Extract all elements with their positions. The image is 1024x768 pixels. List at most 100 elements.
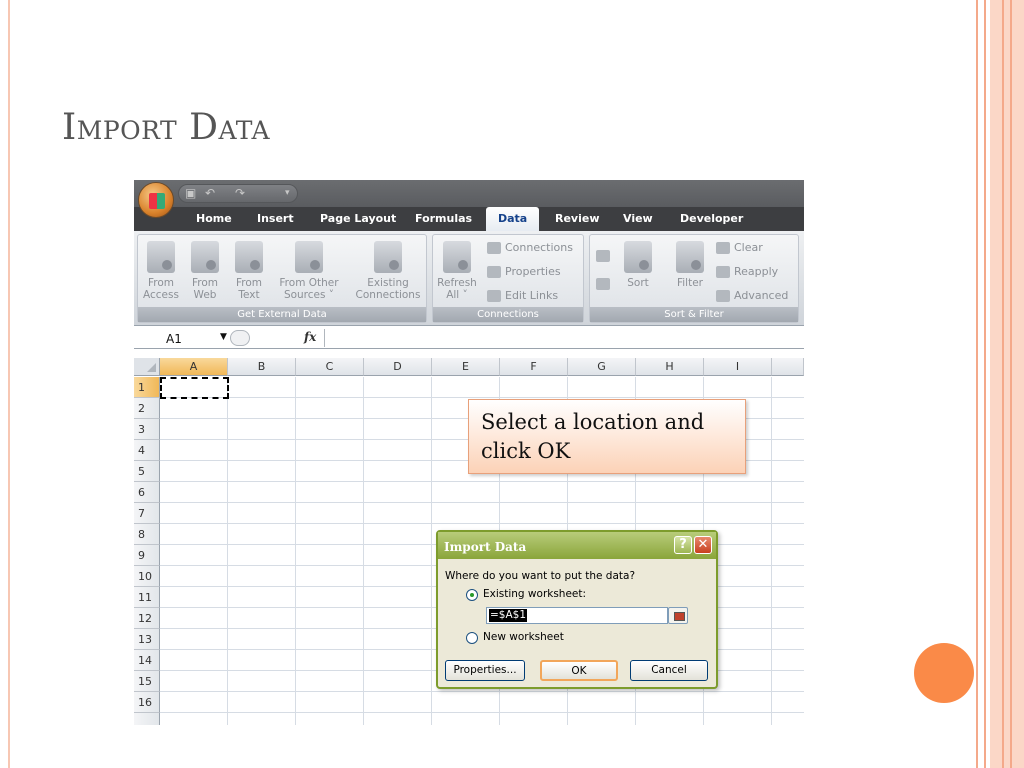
existing-worksheet-label[interactable]: Existing worksheet: xyxy=(483,588,586,600)
slide-title: Import Data xyxy=(62,107,271,148)
callout-line: click OK xyxy=(481,439,571,463)
column-header[interactable]: A xyxy=(160,358,228,376)
properties-button[interactable]: Properties... xyxy=(445,660,525,681)
location-input[interactable]: =$A$1 xyxy=(486,607,668,624)
column-header[interactable]: D xyxy=(364,358,432,376)
decorative-orange-circle xyxy=(914,643,974,703)
tab-data[interactable]: Data xyxy=(486,207,540,232)
tab-developer[interactable]: Developer xyxy=(680,212,743,225)
row-header[interactable]: 4 xyxy=(134,440,160,461)
column-header[interactable]: B xyxy=(228,358,296,376)
reapply-button[interactable]: Reapply xyxy=(716,265,778,278)
edit-links-button[interactable]: Edit Links xyxy=(487,289,558,302)
row-header[interactable]: 14 xyxy=(134,650,160,671)
access-icon xyxy=(147,241,175,273)
active-cell-a1[interactable] xyxy=(160,377,229,399)
row-header[interactable]: 5 xyxy=(134,461,160,482)
sort-descending-icon xyxy=(596,278,610,290)
sort-z-a-button[interactable] xyxy=(596,277,614,290)
tab-page-layout[interactable]: Page Layout xyxy=(320,212,396,225)
slide-right-band xyxy=(990,0,1024,768)
excel-titlebar: ▣ ↶ ↷ ▾ xyxy=(134,180,804,207)
properties-icon xyxy=(487,266,501,278)
close-button[interactable]: ✕ xyxy=(694,536,712,554)
connections-button[interactable]: Connections xyxy=(487,241,573,254)
column-header[interactable]: E xyxy=(432,358,500,376)
column-header[interactable]: I xyxy=(704,358,772,376)
quick-access-toolbar[interactable]: ▣ ↶ ↷ ▾ xyxy=(178,184,298,203)
reapply-filter-icon xyxy=(716,266,730,278)
formula-bar: A1 ▼ fx xyxy=(134,327,804,349)
ok-button[interactable]: OK xyxy=(540,660,618,681)
row-header[interactable]: 9 xyxy=(134,545,160,566)
existing-connections-icon xyxy=(374,241,402,273)
column-header[interactable]: G xyxy=(568,358,636,376)
tab-formulas[interactable]: Formulas xyxy=(415,212,472,225)
slide-right-line xyxy=(1002,0,1004,768)
callout-line: Select a location and xyxy=(481,410,705,434)
tab-view[interactable]: View xyxy=(623,212,653,225)
row-header[interactable]: 15 xyxy=(134,671,160,692)
name-box[interactable]: A1 xyxy=(166,332,182,346)
refresh-all-button[interactable]: Refresh All ˅ xyxy=(437,241,477,301)
redo-icon[interactable]: ↷ xyxy=(235,186,245,200)
column-header[interactable]: H xyxy=(636,358,704,376)
row-header[interactable]: 6 xyxy=(134,482,160,503)
from-access-button[interactable]: From Access xyxy=(142,241,180,301)
tab-review[interactable]: Review xyxy=(555,212,600,225)
existing-worksheet-radio[interactable] xyxy=(466,589,478,601)
sort-dialog-icon xyxy=(624,241,652,273)
new-worksheet-label[interactable]: New worksheet xyxy=(483,631,564,643)
from-text-button[interactable]: From Text xyxy=(230,241,268,301)
formula-input[interactable] xyxy=(324,329,804,347)
row-header[interactable]: 3 xyxy=(134,419,160,440)
row-header[interactable]: 8 xyxy=(134,524,160,545)
cancel-button[interactable]: Cancel xyxy=(630,660,708,681)
column-header[interactable] xyxy=(772,358,804,376)
row-header[interactable]: 10 xyxy=(134,566,160,587)
properties-ribbon-button[interactable]: Properties xyxy=(487,265,561,278)
connections-icon xyxy=(487,242,501,254)
column-header[interactable]: F xyxy=(500,358,568,376)
row-header[interactable] xyxy=(134,713,160,725)
help-button[interactable]: ? xyxy=(674,536,692,554)
select-all-corner[interactable] xyxy=(134,358,160,376)
group-sort-filter: Sort Filter Clear Reapply Advanced Sort … xyxy=(589,234,799,323)
sort-ascending-icon xyxy=(596,250,610,262)
import-data-dialog: Import Data ? ✕ Where do you want to put… xyxy=(436,530,718,689)
tab-home[interactable]: Home xyxy=(196,212,232,225)
link-icon xyxy=(487,290,501,302)
customize-toolbar-icon[interactable]: ▾ xyxy=(285,188,290,198)
web-icon xyxy=(191,241,219,273)
collapse-dialog-button[interactable] xyxy=(668,607,688,624)
office-button[interactable] xyxy=(138,182,174,218)
row-header[interactable]: 1 xyxy=(134,377,160,398)
from-other-sources-button[interactable]: From Other Sources ˅ xyxy=(274,241,344,301)
name-box-dropdown-icon[interactable]: ▼ xyxy=(220,332,227,342)
advanced-filter-icon xyxy=(716,290,730,302)
row-header[interactable]: 11 xyxy=(134,587,160,608)
filter-funnel-icon xyxy=(676,241,704,273)
filter-button[interactable]: Filter xyxy=(672,241,708,289)
text-file-icon xyxy=(235,241,263,273)
row-header[interactable]: 13 xyxy=(134,629,160,650)
clear-filter-button[interactable]: Clear xyxy=(716,241,763,254)
undo-icon[interactable]: ↶ xyxy=(205,186,215,200)
tab-insert[interactable]: Insert xyxy=(257,212,294,225)
column-header[interactable]: C xyxy=(296,358,364,376)
save-icon[interactable]: ▣ xyxy=(185,186,196,200)
row-header[interactable]: 7 xyxy=(134,503,160,524)
new-worksheet-radio[interactable] xyxy=(466,632,478,644)
from-web-button[interactable]: From Web xyxy=(186,241,224,301)
row-header[interactable]: 16 xyxy=(134,692,160,713)
other-sources-icon xyxy=(295,241,323,273)
slide-left-border xyxy=(0,0,10,768)
formula-bar-expand-button[interactable] xyxy=(230,330,250,346)
sort-a-z-button[interactable] xyxy=(596,249,614,262)
existing-connections-button[interactable]: Existing Connections xyxy=(352,241,424,301)
advanced-filter-button[interactable]: Advanced xyxy=(716,289,788,302)
insert-function-icon[interactable]: fx xyxy=(304,330,316,344)
sort-button[interactable]: Sort xyxy=(620,241,656,289)
row-header[interactable]: 2 xyxy=(134,398,160,419)
row-header[interactable]: 12 xyxy=(134,608,160,629)
